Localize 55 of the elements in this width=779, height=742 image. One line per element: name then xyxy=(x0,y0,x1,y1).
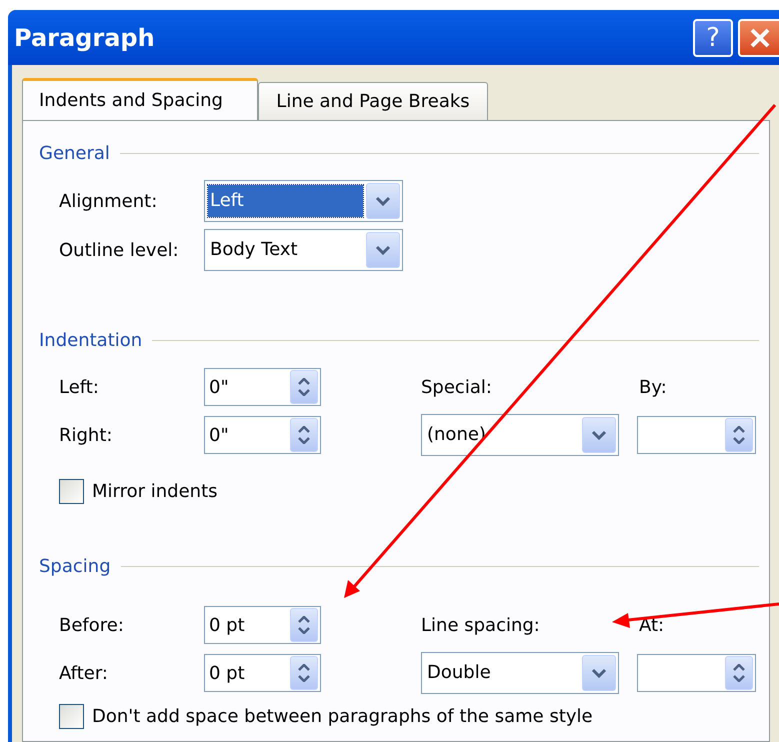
dropdown-field[interactable]: (none) xyxy=(421,414,619,456)
field-label: Special: xyxy=(421,376,493,400)
close-button[interactable] xyxy=(738,18,779,56)
chevron-down-icon xyxy=(375,196,391,206)
spin-field[interactable]: 0" xyxy=(204,368,321,406)
tab[interactable]: Indents and Spacing xyxy=(22,78,258,120)
chevron-down-icon xyxy=(591,430,607,440)
spin-field[interactable]: 0" xyxy=(204,416,321,454)
spin-value: 0" xyxy=(208,424,230,448)
section-header: Spacing xyxy=(39,554,111,578)
help-button[interactable]: ? xyxy=(693,18,733,56)
field-label: Left: xyxy=(59,376,100,400)
spin-buttons[interactable] xyxy=(290,608,318,642)
checkbox[interactable] xyxy=(59,704,84,729)
dropdown-field[interactable]: Left xyxy=(204,180,403,222)
close-icon xyxy=(748,26,770,48)
field-label: Alignment: xyxy=(59,190,158,214)
section-header: General xyxy=(39,142,110,166)
field-label: After: xyxy=(59,662,109,686)
chevron-down-icon xyxy=(591,668,607,678)
field-label: Outline level: xyxy=(59,238,180,262)
field-label: By: xyxy=(639,376,667,400)
spin-field[interactable] xyxy=(637,654,756,692)
window-title: Paragraph xyxy=(14,22,156,54)
spin-value: 0" xyxy=(208,376,230,400)
chevron-down-icon xyxy=(375,245,391,255)
dropdown-field[interactable]: Double xyxy=(421,652,619,694)
checkbox[interactable] xyxy=(59,479,84,504)
dropdown-button[interactable] xyxy=(582,417,616,453)
field-label: At: xyxy=(639,614,664,638)
spin-value: 0 pt xyxy=(208,662,246,686)
spin-buttons[interactable] xyxy=(290,656,318,690)
spin-buttons[interactable] xyxy=(725,418,753,452)
dropdown-button[interactable] xyxy=(366,183,400,219)
dropdown-value: Body Text xyxy=(209,238,299,262)
spin-buttons[interactable] xyxy=(290,418,318,452)
spin-field[interactable] xyxy=(637,416,756,454)
spin-field[interactable]: 0 pt xyxy=(204,606,321,644)
dropdown-value: Left xyxy=(208,185,363,217)
checkbox-label: Don't add space between paragraphs of the same style xyxy=(92,705,593,729)
spin-buttons[interactable] xyxy=(290,370,318,404)
dropdown-value: Double xyxy=(426,661,492,685)
field-label: Before: xyxy=(59,614,125,638)
spin-value: 0 pt xyxy=(208,614,246,638)
dropdown-value: (none) xyxy=(426,423,487,447)
dropdown-field[interactable]: Body Text xyxy=(204,229,403,271)
spin-field[interactable]: 0 pt xyxy=(204,654,321,692)
field-label: Right: xyxy=(59,424,114,448)
section-header: Indentation xyxy=(39,328,142,352)
spin-buttons[interactable] xyxy=(725,656,753,690)
field-label: Line spacing: xyxy=(421,614,541,638)
dropdown-button[interactable] xyxy=(366,232,400,268)
checkbox-label: Mirror indents xyxy=(92,480,218,504)
dropdown-button[interactable] xyxy=(582,655,616,691)
tab[interactable]: Line and Page Breaks xyxy=(258,82,488,120)
